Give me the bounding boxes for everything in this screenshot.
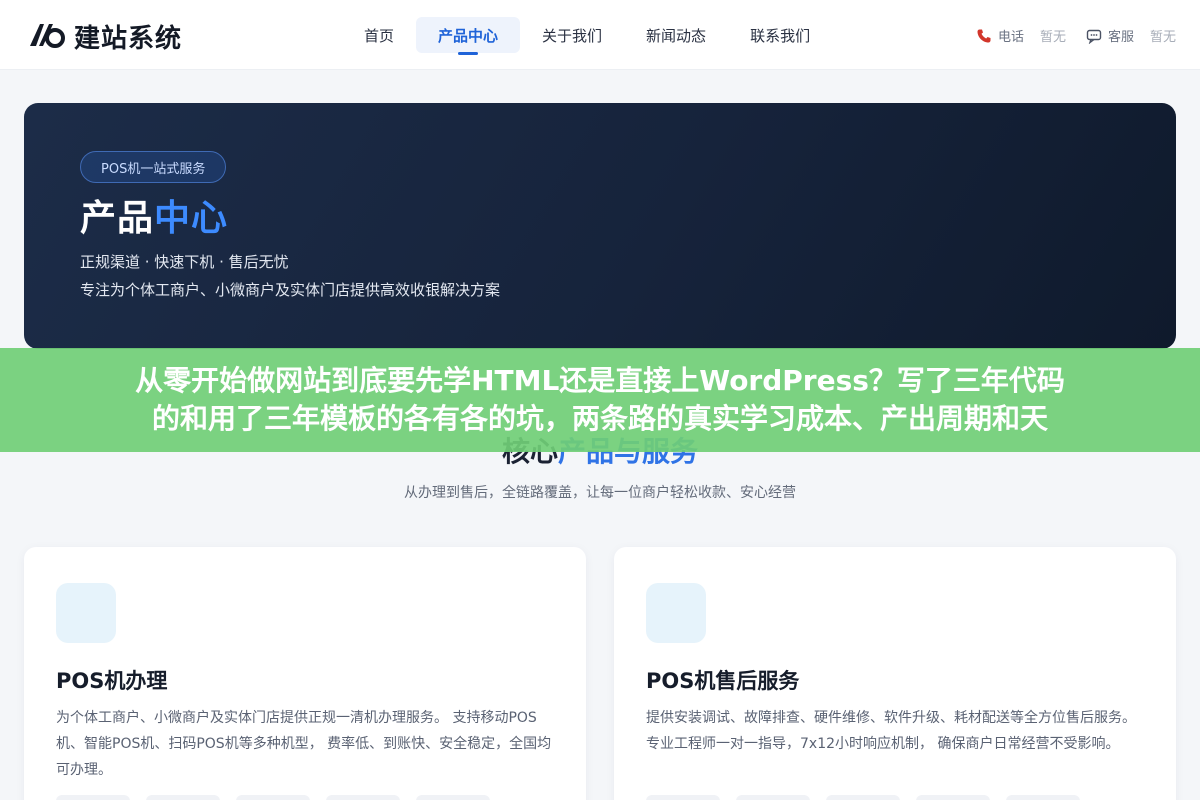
chat-icon	[1086, 29, 1102, 44]
card-title: POS机办理	[56, 669, 168, 693]
card-description: 为个体工商户、小微商户及实体门店提供正规一清机办理服务。 支持移动POS机、智能…	[56, 710, 552, 778]
hero-title-main: 产品	[80, 198, 155, 239]
phone-value: 暂无	[1039, 30, 1066, 45]
nav-item-contact[interactable]: 联系我们	[728, 17, 832, 53]
card-tags	[56, 795, 490, 800]
card-tag	[826, 795, 900, 800]
card-tag	[416, 795, 490, 800]
hero-badge: POS机一站式服务	[80, 151, 227, 183]
card-tag	[1006, 795, 1080, 800]
header-contact: 电话 暂无 客服 暂无	[976, 26, 1176, 45]
card-title: POS机售后服务	[646, 669, 800, 693]
card-tag	[326, 795, 400, 800]
card-tag	[646, 795, 720, 800]
card-tag	[916, 795, 990, 800]
service-card-pos-apply[interactable]: POS机办理 为个体工商户、小微商户及实体门店提供正规一清机办理服务。 支持移动…	[24, 547, 586, 800]
nav-item-products[interactable]: 产品中心	[416, 17, 521, 55]
pos-aftersales-icon	[646, 583, 706, 643]
logo-icon	[30, 24, 65, 48]
nav-item-home[interactable]: 首页	[342, 17, 416, 53]
pos-apply-icon	[56, 583, 116, 643]
card-tag	[146, 795, 220, 800]
service-card-pos-aftersales[interactable]: POS机售后服务 提供安装调试、故障排查、硬件维修、软件升级、耗材配送等全方位售…	[614, 547, 1176, 800]
card-tags	[646, 795, 1080, 800]
main-nav: 首页 产品中心 关于我们 新闻动态 联系我们	[342, 17, 832, 55]
hero-banner: POS机一站式服务 产品中心 正规渠道 · 快速下机 · 售后无忧 专注为个体工…	[24, 103, 1176, 349]
card-tag	[56, 795, 130, 800]
site-logo[interactable]: 建站系统	[26, 16, 182, 56]
hero-tagline: 正规渠道 · 快速下机 · 售后无忧	[80, 253, 289, 271]
service-value: 暂无	[1149, 30, 1176, 45]
hero-title-accent: 中心	[154, 198, 229, 239]
overlay-line-2: 的和用了三年模板的各有各的坑，两条路的真实学习成本、产出周期和天	[151, 402, 1048, 435]
logo-text: 建站系统	[74, 23, 183, 54]
phone-icon	[977, 29, 991, 42]
nav-item-about[interactable]: 关于我们	[520, 17, 624, 53]
article-title-overlay: 从零开始做网站到底要先学HTML还是直接上WordPress？写了三年代码 的和…	[0, 348, 1200, 452]
card-tag	[736, 795, 810, 800]
section-subtitle: 从办理到售后，全链路覆盖，让每一位商户轻松收款、安心经营	[404, 485, 796, 501]
overlay-line-1: 从零开始做网站到底要先学HTML还是直接上WordPress？写了三年代码	[135, 364, 1065, 397]
hero-description: 专注为个体工商户、小微商户及实体门店提供高效收银解决方案	[80, 281, 501, 299]
card-description: 提供安装调试、故障排查、硬件维修、软件升级、耗材配送等全方位售后服务。 专业工程…	[646, 710, 1136, 752]
service-label[interactable]: 客服	[1108, 26, 1134, 45]
nav-item-news[interactable]: 新闻动态	[624, 17, 728, 53]
hero-title: 产品中心	[80, 189, 228, 241]
phone-label[interactable]: 电话	[998, 26, 1024, 45]
card-tag	[236, 795, 310, 800]
site-header: 建站系统 首页 产品中心 关于我们 新闻动态 联系我们 电话 暂无 客服 暂无	[0, 0, 1200, 70]
